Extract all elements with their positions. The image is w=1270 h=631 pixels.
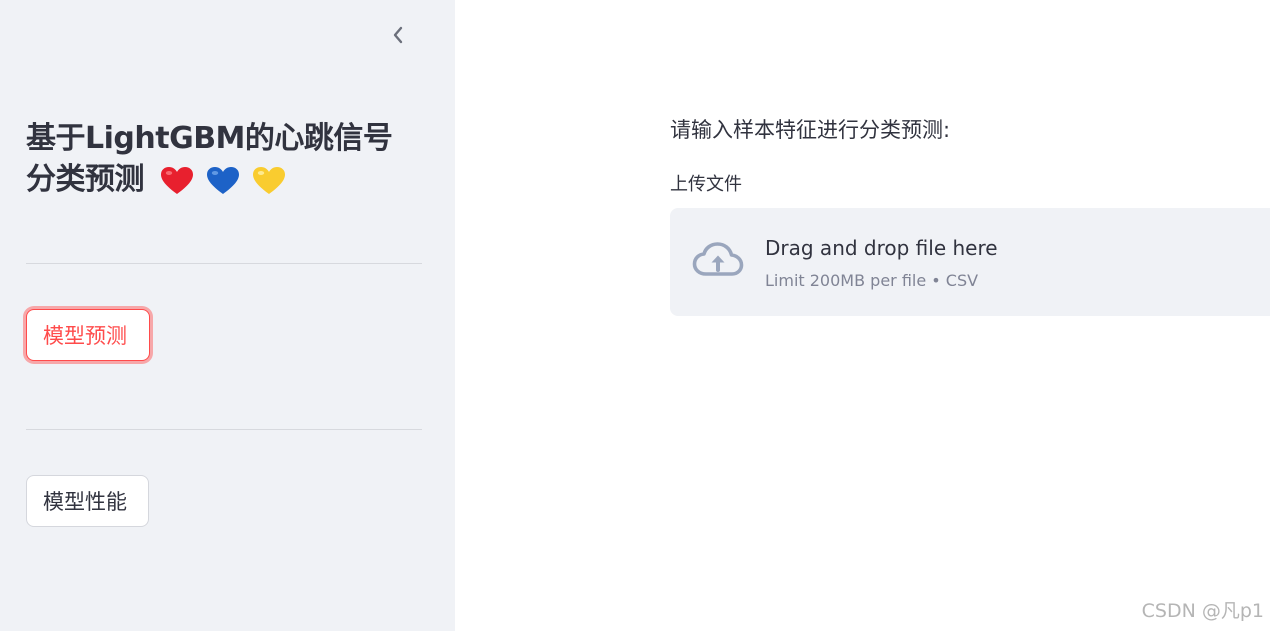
watermark: CSDN @凡p1: [1141, 600, 1264, 622]
model-predict-button[interactable]: 模型预测: [26, 309, 150, 361]
file-dropzone[interactable]: Drag and drop file here Limit 200MB per …: [670, 208, 1270, 316]
model-performance-button[interactable]: 模型性能: [26, 475, 149, 527]
sidebar-divider: [26, 263, 422, 264]
yellow-heart-icon: [252, 166, 285, 194]
emoji-row: [160, 166, 286, 196]
app-root: 基于LightGBM的心跳信号 分类预测 模型预测 模型性能 请输入样本特征进行…: [0, 0, 1270, 631]
prompt-text: 请输入样本特征进行分类预测:: [670, 118, 951, 142]
red-heart-icon: [160, 166, 193, 194]
sidebar-divider: [26, 429, 422, 430]
main-content: 请输入样本特征进行分类预测: 上传文件 Drag and drop file h…: [455, 0, 1270, 631]
sidebar-title-line1: 基于LightGBM的心跳信号: [26, 121, 393, 156]
dropzone-title: Drag and drop file here: [765, 236, 998, 260]
model-performance-label: 模型性能: [43, 490, 127, 514]
cloud-upload-icon: [692, 242, 744, 276]
sidebar-title: 基于LightGBM的心跳信号 分类预测: [26, 118, 426, 200]
blue-heart-icon: [206, 166, 239, 194]
file-uploader-label: 上传文件: [670, 174, 742, 195]
chevron-left-icon: [393, 26, 403, 44]
dropzone-subtitle: Limit 200MB per file • CSV: [765, 271, 979, 290]
sidebar-title-line2: 分类预测: [26, 162, 145, 197]
sidebar: 基于LightGBM的心跳信号 分类预测 模型预测 模型性能: [0, 0, 455, 631]
model-predict-label: 模型预测: [43, 324, 127, 348]
collapse-sidebar-button[interactable]: [384, 20, 412, 50]
